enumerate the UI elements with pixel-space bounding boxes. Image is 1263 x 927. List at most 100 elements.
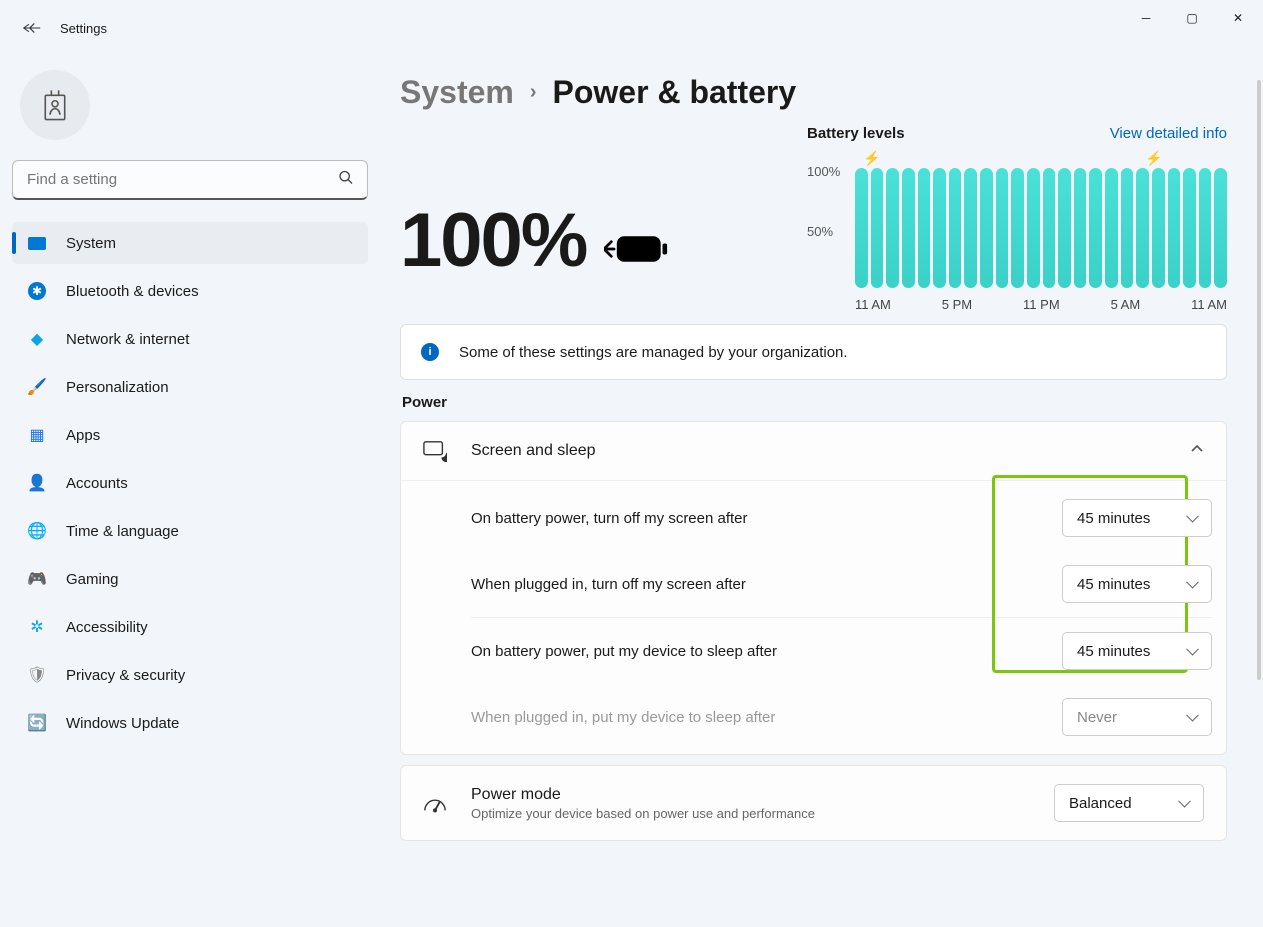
- sidebar-item-system[interactable]: System: [12, 222, 368, 264]
- power-mode-header[interactable]: Power mode Optimize your device based on…: [401, 766, 1226, 840]
- breadcrumb-page: Power & battery: [553, 74, 797, 111]
- avatar[interactable]: [20, 70, 90, 140]
- chart-bar: [902, 168, 915, 288]
- close-button[interactable]: ✕: [1215, 2, 1261, 34]
- y-axis-label: 50%: [807, 224, 833, 239]
- screen-sleep-icon: [423, 440, 447, 462]
- card-subtitle: Optimize your device based on power use …: [471, 806, 1030, 821]
- privacy-security-icon: 🛡: [26, 665, 48, 685]
- timeout-select[interactable]: 45 minutes: [1062, 632, 1212, 670]
- chart-bar: [1058, 168, 1071, 288]
- sidebar-item-accessibility[interactable]: ✲ Accessibility: [12, 606, 368, 648]
- plug-icon: ⚡: [1145, 150, 1162, 167]
- setting-label: On battery power, put my device to sleep…: [471, 643, 777, 660]
- apps-icon: ▦: [26, 425, 48, 445]
- chart-bar: [871, 168, 884, 288]
- accessibility-icon: ✲: [26, 617, 48, 637]
- screen-and-sleep-header[interactable]: Screen and sleep: [401, 422, 1226, 480]
- x-axis-label: 5 AM: [1111, 297, 1141, 312]
- sleep-setting-row: When plugged in, turn off my screen afte…: [471, 551, 1212, 617]
- sidebar-item-accounts[interactable]: 👤 Accounts: [12, 462, 368, 504]
- sidebar-item-gaming[interactable]: 🎮Gaming: [12, 558, 368, 600]
- chart-bar: [1152, 168, 1165, 288]
- sleep-setting-row: On battery power, put my device to sleep…: [471, 617, 1212, 684]
- chevron-right-icon: ›: [530, 81, 537, 104]
- breadcrumb-root[interactable]: System: [400, 74, 514, 111]
- chart-bar: [1011, 168, 1024, 288]
- sidebar-item-label: Accessibility: [66, 619, 148, 636]
- chart-bar: [964, 168, 977, 288]
- sidebar: System ✱ Bluetooth & devices ◆Network & int…: [0, 56, 380, 927]
- setting-label: On battery power, turn off my screen aft…: [471, 510, 748, 527]
- chart-bar: [949, 168, 962, 288]
- sidebar-item-network-internet[interactable]: ◆Network & internet: [12, 318, 368, 360]
- view-detailed-info-link[interactable]: View detailed info: [1110, 125, 1227, 142]
- battery-percent: 100%: [400, 197, 586, 284]
- x-axis-label: 11 AM: [1191, 297, 1227, 312]
- sidebar-item-label: Time & language: [66, 523, 179, 540]
- search-icon: [338, 170, 354, 191]
- chart-bar: [1043, 168, 1056, 288]
- sidebar-item-personalization[interactable]: 🖌️Personalization: [12, 366, 368, 408]
- card-title: Power mode: [471, 786, 1030, 804]
- search-input[interactable]: [12, 160, 368, 200]
- power-mode-icon: [423, 793, 447, 813]
- chart-bar: [1105, 168, 1118, 288]
- back-button[interactable]: [20, 16, 44, 40]
- accounts-icon: 👤: [26, 473, 48, 493]
- chevron-up-icon: [1190, 442, 1204, 461]
- search-box: [12, 160, 368, 200]
- chart-bar: [980, 168, 993, 288]
- setting-label: When plugged in, put my device to sleep …: [471, 709, 775, 726]
- card-title: Screen and sleep: [471, 442, 1166, 460]
- sidebar-item-label: Accounts: [66, 475, 128, 492]
- power-mode-card: Power mode Optimize your device based on…: [400, 765, 1227, 841]
- sleep-setting-row: When plugged in, put my device to sleep …: [471, 684, 1212, 750]
- minimize-button[interactable]: ─: [1123, 2, 1169, 34]
- chart-bar: [886, 168, 899, 288]
- chart-bar: [933, 168, 946, 288]
- chart-bar: [1121, 168, 1134, 288]
- plug-icon: ⚡: [863, 150, 880, 167]
- chart-bar: [1199, 168, 1212, 288]
- chart-bar: [1168, 168, 1181, 288]
- app-title: Settings: [60, 21, 107, 36]
- setting-label: When plugged in, turn off my screen afte…: [471, 576, 746, 593]
- bluetooth-devices-icon: ✱: [26, 282, 48, 300]
- chart-bar: [996, 168, 1009, 288]
- sidebar-item-windows-update[interactable]: 🔄 Windows Update: [12, 702, 368, 744]
- battery-chart: Battery levels View detailed info ⚡ ⚡ 10…: [807, 125, 1227, 306]
- y-axis-label: 100%: [807, 164, 840, 179]
- timeout-select[interactable]: 45 minutes: [1062, 499, 1212, 537]
- chart-bar: [1089, 168, 1102, 288]
- time-language-icon: 🌐: [26, 521, 48, 541]
- chart-bar: [1214, 168, 1227, 288]
- timeout-select: Never: [1062, 698, 1212, 736]
- main-content: System › Power & battery 100% Battery le…: [380, 56, 1263, 927]
- sidebar-item-label: Bluetooth & devices: [66, 283, 199, 300]
- sidebar-item-time-language[interactable]: 🌐 Time & language: [12, 510, 368, 552]
- x-axis-label: 11 PM: [1023, 297, 1060, 312]
- sidebar-item-bluetooth-devices[interactable]: ✱ Bluetooth & devices: [12, 270, 368, 312]
- scrollbar[interactable]: [1257, 80, 1261, 680]
- chart-bar: [1183, 168, 1196, 288]
- sidebar-item-label: Privacy & security: [66, 667, 185, 684]
- chart-bar: [1074, 168, 1087, 288]
- power-mode-select[interactable]: Balanced: [1054, 784, 1204, 822]
- chart-title: Battery levels: [807, 125, 905, 142]
- sidebar-item-privacy-security[interactable]: 🛡 Privacy & security: [12, 654, 368, 696]
- battery-full-icon: [604, 232, 668, 266]
- sidebar-item-apps[interactable]: ▦Apps: [12, 414, 368, 456]
- sleep-setting-row: On battery power, turn off my screen aft…: [471, 485, 1212, 551]
- power-section-title: Power: [402, 394, 1227, 411]
- info-icon: i: [421, 343, 439, 361]
- windows-update-icon: 🔄: [26, 713, 48, 733]
- system-icon: [26, 237, 48, 250]
- sidebar-item-label: System: [66, 235, 116, 252]
- chart-bar: [1136, 168, 1149, 288]
- timeout-select[interactable]: 45 minutes: [1062, 565, 1212, 603]
- maximize-button[interactable]: ▢: [1169, 2, 1215, 34]
- chart-bar: [855, 168, 868, 288]
- sidebar-item-label: Windows Update: [66, 715, 179, 732]
- screen-and-sleep-card: Screen and sleep On battery power, turn …: [400, 421, 1227, 755]
